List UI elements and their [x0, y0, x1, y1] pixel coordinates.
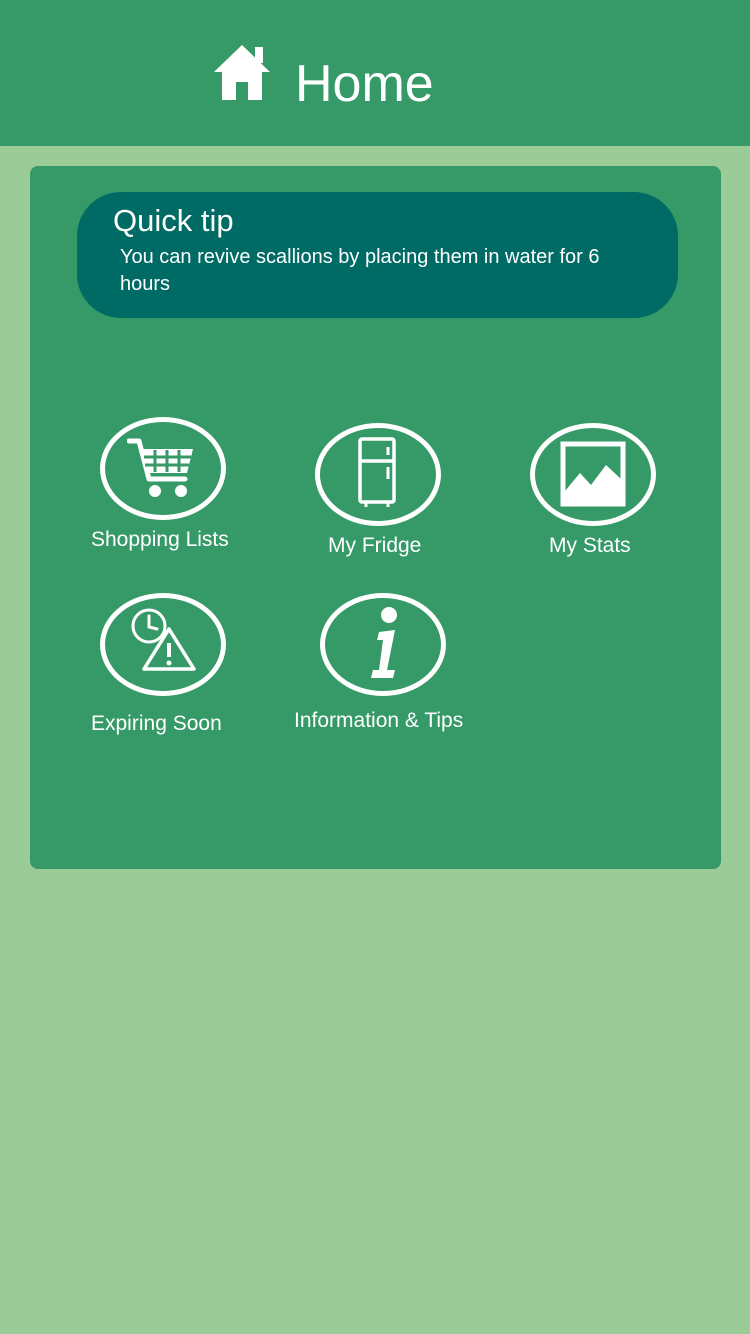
stats-chart-icon	[560, 441, 626, 507]
my-fridge-button[interactable]: My Fridge	[300, 422, 470, 562]
expiring-soon-label: Expiring Soon	[91, 712, 222, 735]
quick-tip-text: You can revive scallions by placing them…	[120, 246, 600, 295]
shopping-lists-button[interactable]: Shopping Lists	[85, 416, 255, 556]
fridge-icon	[358, 437, 396, 507]
app-header: Home	[0, 0, 750, 146]
information-tips-button[interactable]: Information & Tips	[294, 592, 490, 732]
info-icon	[371, 607, 397, 678]
home-icon	[214, 45, 270, 100]
shopping-lists-label: Shopping Lists	[91, 528, 229, 551]
my-fridge-label: My Fridge	[328, 534, 422, 557]
my-stats-label: My Stats	[549, 534, 631, 557]
expiring-soon-button[interactable]: Expiring Soon	[85, 592, 255, 735]
main-panel: Quick tip You can revive scallions by pl…	[30, 166, 721, 869]
information-tips-label: Information & Tips	[294, 709, 464, 732]
quick-tip-title: Quick tip	[113, 203, 234, 238]
page-title: Home	[295, 55, 434, 113]
shopping-cart-icon	[127, 438, 193, 497]
quick-tip-card: Quick tip You can revive scallions by pl…	[77, 192, 678, 318]
my-stats-button[interactable]: My Stats	[515, 422, 685, 562]
clock-warning-icon	[131, 608, 196, 671]
